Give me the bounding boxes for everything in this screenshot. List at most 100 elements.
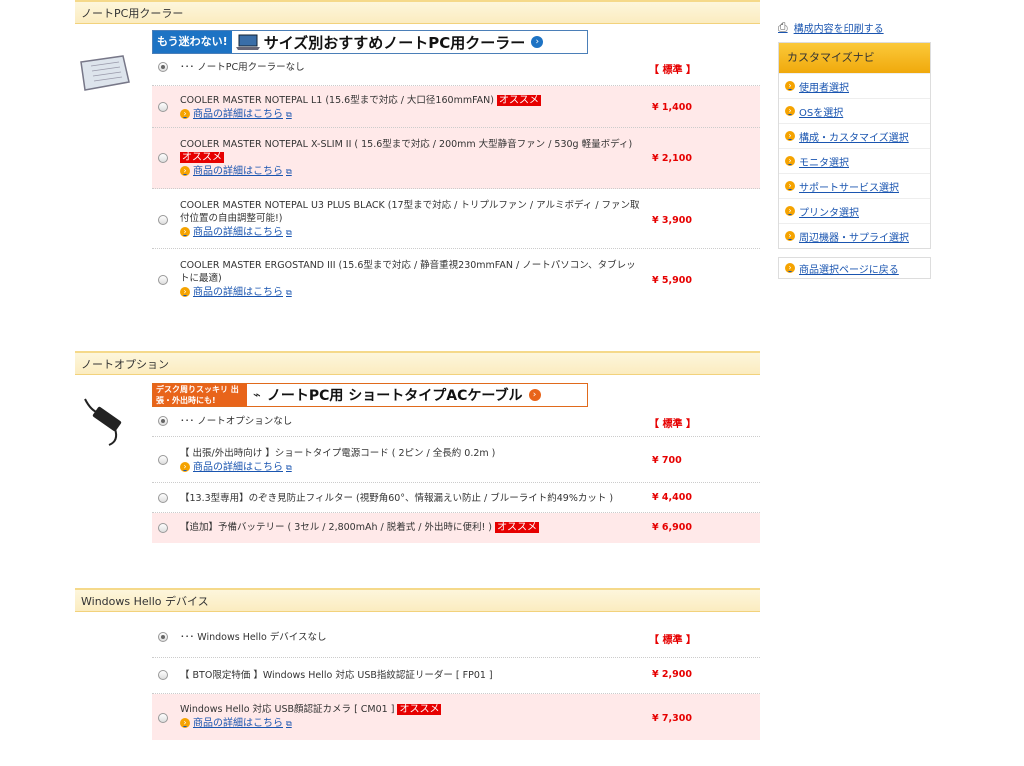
printer-icon: ⎙ xyxy=(778,19,788,34)
detail-link[interactable]: › 商品の詳細はこちら ⧉ xyxy=(180,717,292,730)
radio[interactable] xyxy=(158,670,168,680)
external-window-icon: ⧉ xyxy=(286,462,292,472)
banner-main: ノートPC用 ショートタイプACケーブル xyxy=(266,388,523,404)
option-row[interactable]: ･･･ ノートPC用クーラーなし 【 標準 】 xyxy=(152,54,760,86)
cooler-banner[interactable]: もう迷わない! サイズ別おすすめノートPC用クーラー › xyxy=(152,30,588,54)
nav-item-monitor[interactable]: › モニタ選択 xyxy=(779,148,930,173)
laptop-cooler-image xyxy=(80,55,130,91)
radio-selected[interactable] xyxy=(158,62,168,72)
section-note-option: ノートオプション デスク周りスッキリ 出張・外出時にも! ⌁ ノートPC用 ショ… xyxy=(75,351,760,571)
option-text: COOLER MASTER ERGOSTAND III (15.6型まで対応 /… xyxy=(180,260,636,284)
chevron-right-icon: › xyxy=(528,389,541,401)
nav-item-label: OSを選択 xyxy=(799,107,844,119)
option-text: ･･･ ノートPC用クーラーなし xyxy=(180,62,305,73)
radio[interactable] xyxy=(158,713,168,723)
radio[interactable] xyxy=(158,153,168,163)
back-to-product-link[interactable]: › 商品選択ページに戻る xyxy=(778,257,931,279)
nav-title: カスタマイズナビ xyxy=(779,43,930,73)
radio[interactable] xyxy=(158,455,168,465)
radio[interactable] xyxy=(158,102,168,112)
radio[interactable] xyxy=(158,215,168,225)
option-row[interactable]: 【13.3型専用】のぞき見防止フィルター (視野角60°、情報漏えい防止 / ブ… xyxy=(152,483,760,513)
ac-cable-banner[interactable]: デスク周りスッキリ 出張・外出時にも! ⌁ ノートPC用 ショートタイプACケー… xyxy=(152,383,588,407)
option-row[interactable]: COOLER MASTER ERGOSTAND III (15.6型まで対応 /… xyxy=(152,249,760,305)
price: ¥ 3,900 xyxy=(652,215,692,226)
nav-item-label: 構成・カスタマイズ選択 xyxy=(799,132,909,144)
nav-item-os[interactable]: › OSを選択 xyxy=(779,98,930,123)
option-row[interactable]: Windows Hello 対応 USB顔認証カメラ [ CM01 ] オススメ… xyxy=(152,694,760,740)
option-text: 【13.3型専用】のぞき見防止フィルター (視野角60°、情報漏えい防止 / ブ… xyxy=(180,493,614,504)
option-text: COOLER MASTER NOTEPAL U3 PLUS BLACK (17型… xyxy=(180,200,640,224)
option-row[interactable]: COOLER MASTER NOTEPAL X-SLIM II ( 15.6型ま… xyxy=(152,128,760,189)
arrow-right-icon: › xyxy=(785,206,795,216)
option-row[interactable]: COOLER MASTER NOTEPAL U3 PLUS BLACK (17型… xyxy=(152,189,760,249)
section-title: Windows Hello デバイス xyxy=(75,588,760,612)
detail-link-label: 商品の詳細はこちら xyxy=(193,165,283,177)
section-windows-hello: Windows Hello デバイス ･･･ Windows Hello デバイ… xyxy=(75,588,760,766)
nav-item-label: 使用者選択 xyxy=(799,82,849,94)
recommend-badge: オススメ xyxy=(497,95,542,106)
price: ¥ 4,400 xyxy=(652,492,692,503)
banner-lead: デスク周りスッキリ 出張・外出時にも! xyxy=(153,384,247,406)
external-window-icon: ⧉ xyxy=(286,227,292,237)
radio-selected[interactable] xyxy=(158,416,168,426)
option-text: 【 出張/外出時向け 】ショートタイプ電源コード ( 2ピン / 全長約 0.2… xyxy=(180,448,496,459)
sidebar: ⎙ 構成内容を印刷する カスタマイズナビ › 使用者選択 › OSを選択 › 構成・カ… xyxy=(778,18,931,279)
arrow-right-icon: › xyxy=(785,106,795,116)
print-link[interactable]: ⎙ 構成内容を印刷する xyxy=(778,18,931,36)
main-content: ノートPC用クーラー もう迷わない! サイズ別おすすめノートPC用クーラー › xyxy=(75,0,760,766)
nav-item-printer[interactable]: › プリンタ選択 xyxy=(779,198,930,223)
radio-selected[interactable] xyxy=(158,632,168,642)
detail-link[interactable]: › 商品の詳細はこちら ⧉ xyxy=(180,226,292,239)
nav-item-support[interactable]: › サポートサービス選択 xyxy=(779,173,930,198)
detail-link-label: 商品の詳細はこちら xyxy=(193,717,283,729)
back-link-label: 商品選択ページに戻る xyxy=(799,264,899,276)
customize-nav: カスタマイズナビ › 使用者選択 › OSを選択 › 構成・カスタマイズ選択 › モニタ… xyxy=(778,42,931,249)
standard-label: 【 標準 】 xyxy=(649,65,696,76)
detail-link[interactable]: › 商品の詳細はこちら ⧉ xyxy=(180,108,292,121)
option-row[interactable]: 【追加】予備バッテリー ( 3セル / 2,800mAh / 脱着式 / 外出時… xyxy=(152,513,760,543)
price: ¥ 1,400 xyxy=(652,102,692,113)
detail-link[interactable]: › 商品の詳細はこちら ⧉ xyxy=(180,165,292,178)
recommend-badge: オススメ xyxy=(397,704,442,715)
nav-item-user[interactable]: › 使用者選択 xyxy=(779,73,930,98)
option-text: ･･･ Windows Hello デバイスなし xyxy=(180,632,327,643)
option-text: ･･･ ノートオプションなし xyxy=(180,416,293,427)
option-text: 【追加】予備バッテリー ( 3セル / 2,800mAh / 脱着式 / 外出時… xyxy=(180,522,493,533)
external-window-icon: ⧉ xyxy=(286,166,292,176)
option-row[interactable]: COOLER MASTER NOTEPAL L1 (15.6型まで対応 / 大口… xyxy=(152,86,760,128)
arrow-right-icon: › xyxy=(785,263,795,273)
arrow-right-icon: › xyxy=(180,462,190,472)
detail-link[interactable]: › 商品の詳細はこちら ⧉ xyxy=(180,286,292,299)
radio[interactable] xyxy=(158,493,168,503)
detail-link[interactable]: › 商品の詳細はこちら ⧉ xyxy=(180,461,292,474)
section-notepc-cooler: ノートPC用クーラー もう迷わない! サイズ別おすすめノートPC用クーラー › xyxy=(75,0,760,335)
arrow-right-icon: › xyxy=(785,181,795,191)
option-row[interactable]: ･･･ ノートオプションなし 【 標準 】 xyxy=(152,407,760,437)
external-window-icon: ⧉ xyxy=(286,718,292,728)
radio[interactable] xyxy=(158,275,168,285)
chevron-right-icon: › xyxy=(531,36,544,48)
arrow-right-icon: › xyxy=(785,81,795,91)
price: ¥ 2,100 xyxy=(652,153,692,164)
price: ¥ 6,900 xyxy=(652,522,692,533)
banner-main: サイズ別おすすめノートPC用クーラー xyxy=(263,33,526,52)
option-row[interactable]: 【 BTO限定特価 】Windows Hello 対応 USB指紋認証リーダー … xyxy=(152,658,760,694)
recommend-badge: オススメ xyxy=(495,522,540,533)
nav-item-peripherals[interactable]: › 周辺機器・サプライ選択 xyxy=(779,223,930,248)
radio[interactable] xyxy=(158,523,168,533)
arrow-right-icon: › xyxy=(785,156,795,166)
price: ¥ 2,900 xyxy=(652,669,692,680)
price: ¥ 5,900 xyxy=(652,275,692,286)
detail-link-label: 商品の詳細はこちら xyxy=(193,286,283,298)
nav-item-config[interactable]: › 構成・カスタマイズ選択 xyxy=(779,123,930,148)
arrow-right-icon: › xyxy=(180,287,190,297)
external-window-icon: ⧉ xyxy=(286,287,292,297)
option-row[interactable]: 【 出張/外出時向け 】ショートタイプ電源コード ( 2ピン / 全長約 0.2… xyxy=(152,437,760,483)
standard-label: 【 標準 】 xyxy=(649,635,696,646)
option-row[interactable]: ･･･ Windows Hello デバイスなし 【 標準 】 xyxy=(152,626,760,658)
banner-lead: もう迷わない! xyxy=(153,31,232,53)
option-text: Windows Hello 対応 USB顔認証カメラ [ CM01 ] xyxy=(180,704,395,715)
price: ¥ 7,300 xyxy=(652,713,692,724)
nav-item-label: モニタ選択 xyxy=(799,157,849,169)
